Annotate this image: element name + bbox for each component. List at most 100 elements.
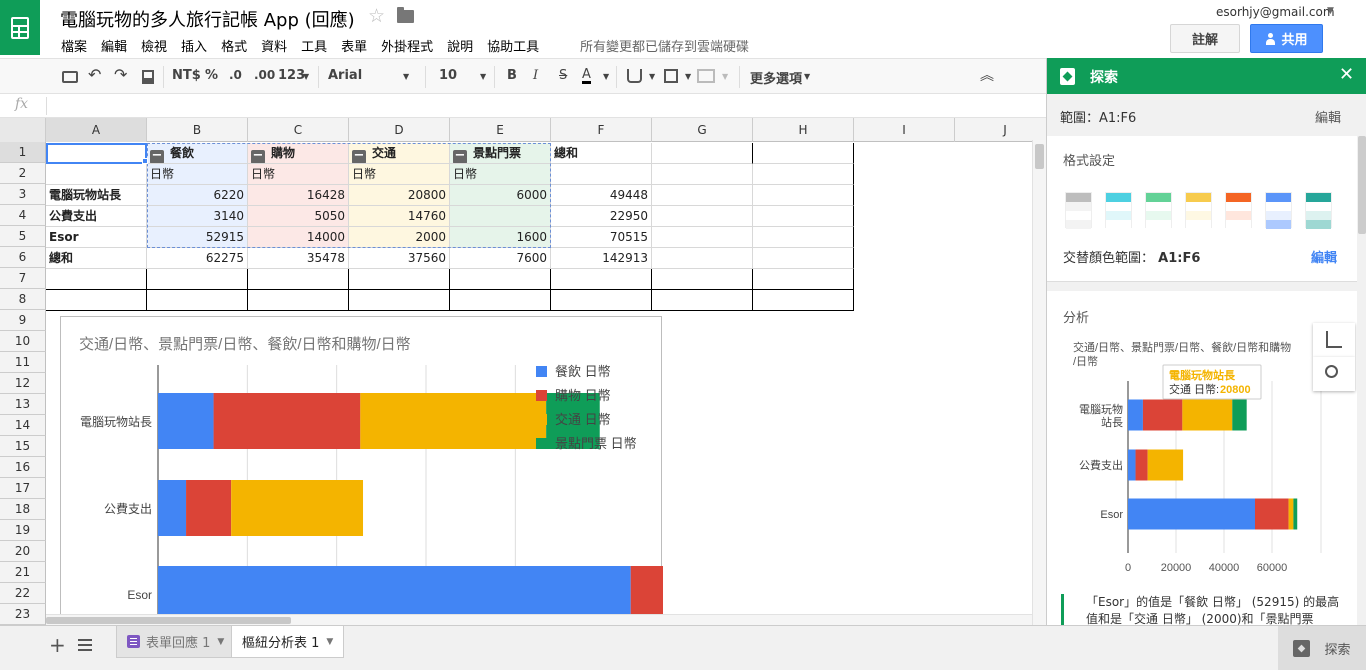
cell-g5[interactable]	[652, 227, 753, 248]
edit-range-link[interactable]: 編輯	[1315, 107, 1341, 126]
redo-icon[interactable]: ↷	[114, 65, 127, 84]
row-header[interactable]: 14	[0, 415, 46, 436]
strikethrough-button[interactable]: S	[559, 68, 567, 83]
row-header[interactable]: 8	[0, 289, 46, 310]
column-header-g[interactable]: G	[652, 118, 753, 142]
cell-e5[interactable]: 1600	[450, 227, 551, 248]
cell-c5[interactable]: 14000	[248, 227, 349, 248]
menu-file[interactable]: 檔案	[61, 36, 87, 55]
color-swatch-yellow[interactable]	[1185, 192, 1212, 229]
cell-e2[interactable]: 日幣	[450, 164, 551, 185]
column-header-c[interactable]: C	[248, 118, 349, 142]
row-header[interactable]: 2	[0, 163, 46, 184]
column-header-a[interactable]: A	[46, 118, 147, 142]
cell-b2[interactable]: 日幣	[147, 164, 248, 185]
cell-g8[interactable]	[652, 290, 753, 311]
bold-button[interactable]: B	[507, 68, 517, 83]
cell-c4[interactable]: 5050	[248, 206, 349, 227]
cell-c1[interactable]: − 購物	[248, 143, 349, 164]
formula-input[interactable]	[54, 98, 1024, 114]
fill-color-chevron-icon[interactable]: ▼	[649, 72, 655, 81]
decrease-decimal-button[interactable]: .0	[229, 68, 242, 82]
font-select[interactable]: Arial	[328, 68, 362, 83]
cell-h6[interactable]	[753, 248, 854, 269]
borders-chevron-icon[interactable]: ▼	[685, 72, 691, 81]
row-header[interactable]: 23	[0, 604, 46, 625]
cell-b3[interactable]: 6220	[147, 185, 248, 206]
cell-h4[interactable]	[753, 206, 854, 227]
cell-a4[interactable]: 公費支出	[46, 206, 147, 227]
more-options-button[interactable]: 更多選項	[750, 68, 802, 87]
italic-button[interactable]: I	[533, 68, 538, 83]
menu-addons[interactable]: 外掛程式	[381, 36, 433, 55]
cell-e6[interactable]: 7600	[450, 248, 551, 269]
cell-b6[interactable]: 62275	[147, 248, 248, 269]
menu-insert[interactable]: 插入	[181, 36, 207, 55]
sheet-tab-form-responses[interactable]: 表單回應 1 ▼	[116, 626, 236, 658]
more-options-chevron-icon[interactable]: ▼	[804, 72, 810, 81]
explore-scrollbar[interactable]	[1357, 136, 1366, 625]
scrollbar-thumb[interactable]	[1035, 144, 1044, 169]
print-icon[interactable]	[62, 71, 78, 83]
cell-c3[interactable]: 16428	[248, 185, 349, 206]
cell-f3[interactable]: 49448	[551, 185, 652, 206]
document-title[interactable]: 電腦玩物的多人旅行記帳 App (回應)	[60, 6, 355, 32]
insert-chart-icon[interactable]	[1313, 323, 1355, 357]
scrollbar-thumb[interactable]	[46, 617, 291, 624]
text-color-chevron-icon[interactable]: ▼	[603, 72, 609, 81]
cell-d7[interactable]	[349, 269, 450, 290]
borders-icon[interactable]	[664, 69, 678, 83]
cell-g3[interactable]	[652, 185, 753, 206]
cell-a5[interactable]: Esor	[46, 227, 147, 248]
cell-f5[interactable]: 70515	[551, 227, 652, 248]
all-sheets-icon[interactable]	[78, 639, 92, 651]
merge-cells-icon[interactable]	[697, 69, 715, 83]
share-button[interactable]: 共用	[1250, 24, 1323, 53]
row-header[interactable]: 5	[0, 226, 46, 247]
cell-f8[interactable]	[551, 290, 652, 311]
column-header-f[interactable]: F	[551, 118, 652, 142]
fill-handle[interactable]	[142, 158, 148, 164]
chevron-down-icon[interactable]: ▼	[1327, 6, 1334, 16]
sheet-tab-pivot-table[interactable]: 樞紐分析表 1 ▼	[231, 626, 345, 658]
row-header[interactable]: 9	[0, 310, 46, 331]
color-swatch-cyan[interactable]	[1105, 192, 1132, 229]
cell-a2[interactable]	[46, 164, 147, 185]
row-header[interactable]: 12	[0, 373, 46, 394]
save-status[interactable]: 所有變更都已儲存到雲端硬碟	[580, 36, 749, 55]
cell-b5[interactable]: 52915	[147, 227, 248, 248]
cell-a8[interactable]	[46, 290, 147, 311]
menu-help[interactable]: 說明	[447, 36, 473, 55]
fill-color-icon[interactable]	[627, 69, 642, 83]
zoom-icon[interactable]	[1313, 357, 1355, 391]
mini-chart-svg[interactable]: 交通/日幣、景點門票/日幣、餐飲/日幣和購物/日幣 0 20000 40000 6000…	[1057, 341, 1327, 586]
number-format-button[interactable]: 123	[278, 68, 305, 83]
row-header[interactable]: 18	[0, 499, 46, 520]
color-swatch-blue[interactable]	[1265, 192, 1292, 229]
comments-button[interactable]: 註解	[1170, 24, 1240, 53]
menu-view[interactable]: 檢視	[141, 36, 167, 55]
cell-c2[interactable]: 日幣	[248, 164, 349, 185]
select-all-corner[interactable]	[0, 118, 46, 142]
collapse-group-icon[interactable]: −	[453, 149, 467, 163]
menu-accessibility[interactable]: 協助工具	[487, 36, 539, 55]
font-size-chevron-icon[interactable]: ▼	[480, 72, 486, 81]
cell-b7[interactable]	[147, 269, 248, 290]
cell-c7[interactable]	[248, 269, 349, 290]
cell-f6[interactable]: 142913	[551, 248, 652, 269]
row-header[interactable]: 3	[0, 184, 46, 205]
row-header[interactable]: 1	[0, 142, 46, 163]
undo-icon[interactable]: ↶	[88, 65, 101, 84]
column-header-h[interactable]: H	[753, 118, 854, 142]
cell-d4[interactable]: 14760	[349, 206, 450, 227]
collapse-toolbar-icon[interactable]: ︽	[980, 65, 994, 85]
edit-alternating-colors-link[interactable]: 編輯	[1311, 247, 1337, 266]
cell-b8[interactable]	[147, 290, 248, 311]
cell-g4[interactable]	[652, 206, 753, 227]
menu-tools[interactable]: 工具	[301, 36, 327, 55]
color-swatch-mint[interactable]	[1145, 192, 1172, 229]
row-header[interactable]: 6	[0, 247, 46, 268]
merge-chevron-icon[interactable]: ▼	[722, 72, 728, 81]
cell-a6[interactable]: 總和	[46, 248, 147, 269]
cell-f7[interactable]	[551, 269, 652, 290]
